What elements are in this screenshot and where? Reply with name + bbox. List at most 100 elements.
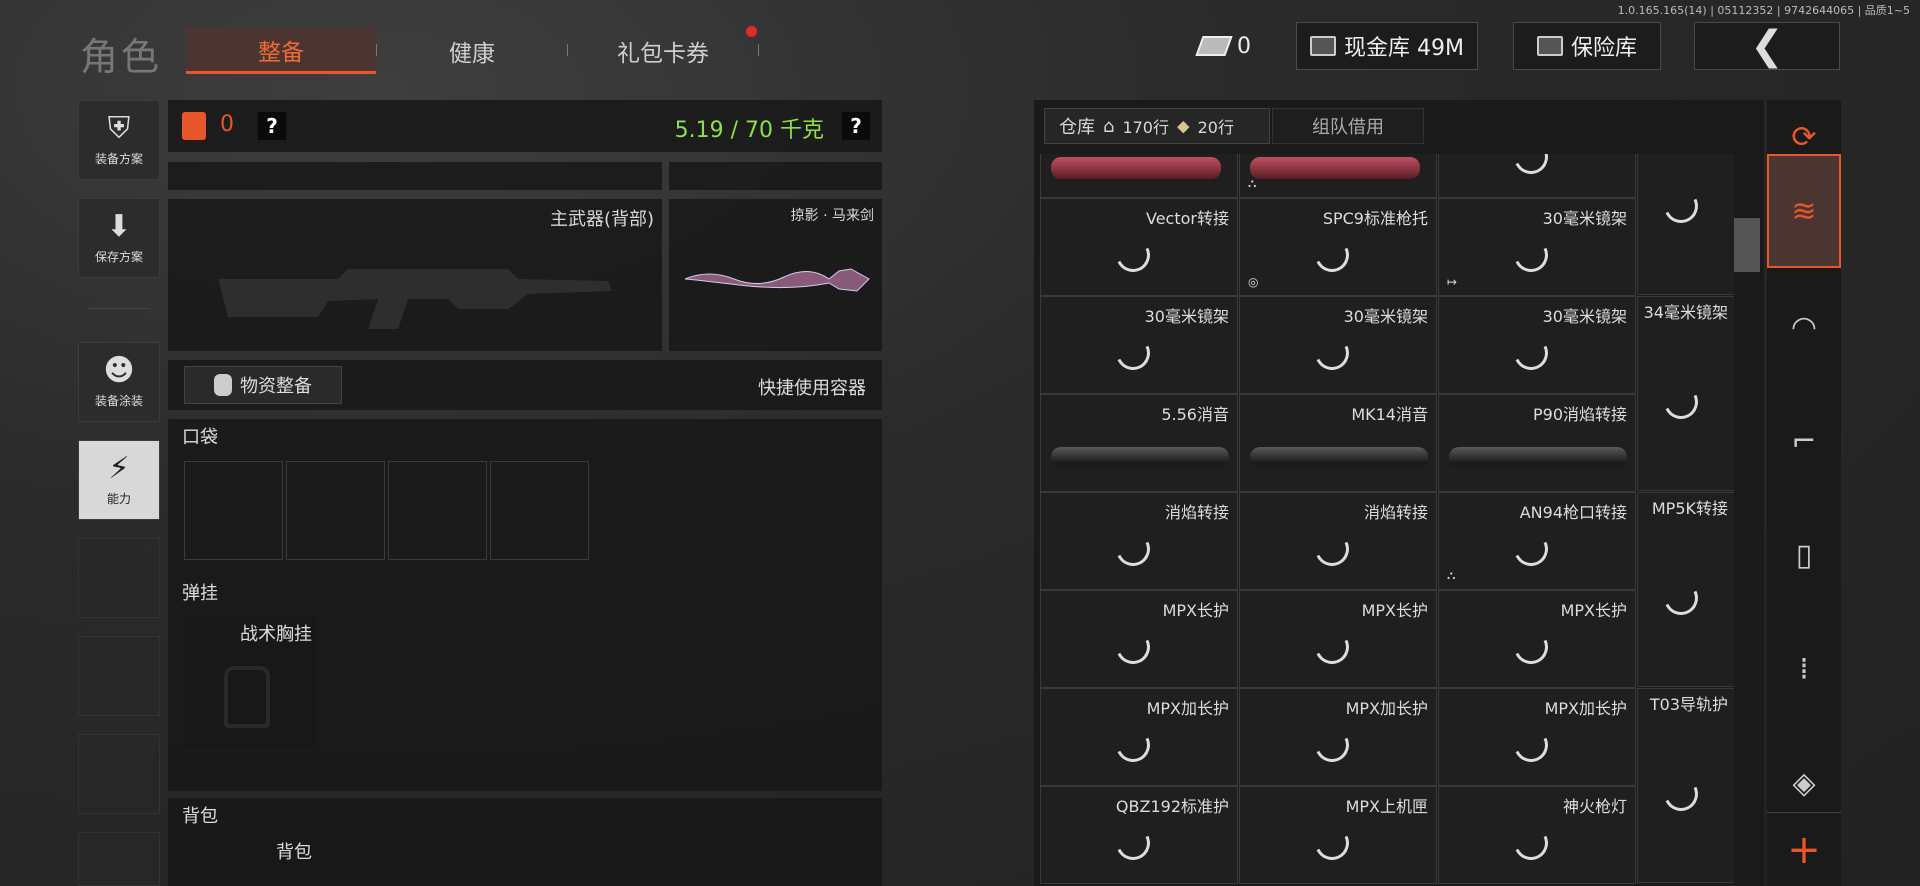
warehouse-item[interactable]: T03导轨护 <box>1637 688 1734 883</box>
nav-divider <box>88 308 150 309</box>
item-badge-icon: ⛬ <box>1248 176 1257 190</box>
item-badge-icon: ◎ <box>1248 275 1259 289</box>
warehouse-item[interactable]: MPX长护 <box>1239 590 1437 688</box>
empty-nav-slot <box>78 538 160 618</box>
red-part-image <box>1250 157 1420 179</box>
money-counter[interactable]: 0 <box>1190 22 1260 70</box>
warehouse-item[interactable]: 30毫米镜架 <box>1040 296 1238 394</box>
tab-divider <box>758 44 759 56</box>
warehouse-item[interactable]: 神火枪灯 <box>1438 786 1636 884</box>
category-all-button[interactable]: ≋ <box>1767 154 1841 268</box>
loadout-plan-button[interactable]: ⛨ 装备方案 <box>78 100 160 180</box>
equipment-skin-button[interactable]: ☻ 装备涂装 <box>78 342 160 422</box>
save-plan-button[interactable]: ⬇ 保存方案 <box>78 198 160 278</box>
loading-spinner-icon <box>1111 625 1155 669</box>
warehouse-item[interactable]: MPX长护 <box>1438 590 1636 688</box>
supplies-button[interactable]: 物资整备 <box>184 366 342 404</box>
holster-slot-bar[interactable] <box>168 162 662 190</box>
warehouse-item[interactable]: MP5K转接 <box>1637 492 1734 687</box>
item-name: 30毫米镜架 <box>1542 307 1627 326</box>
warehouse-item[interactable]: Vector转接 <box>1040 198 1238 296</box>
backpack-slot[interactable]: 背包 <box>184 836 316 886</box>
warehouse-grid: ⛬托芯Vector转接SPC9标准枪托◎30毫米镜架↦30毫米镜架30毫米镜架3… <box>1040 154 1734 886</box>
armor-value: 0 <box>220 112 234 137</box>
warehouse-item[interactable]: 托芯 <box>1637 154 1734 295</box>
category-magazine-button[interactable]: ▯ <box>1767 518 1841 592</box>
tab-gift-coupons[interactable]: 礼包卡券 <box>568 28 758 74</box>
loading-spinner-icon <box>1111 527 1155 571</box>
magazine-icon: ▯ <box>1795 537 1813 573</box>
warehouse-item[interactable]: MPX加长护 <box>1239 688 1437 786</box>
item-name: QBZ192标准护 <box>1115 797 1229 816</box>
sidearm-slot-bar[interactable] <box>669 162 882 190</box>
item-badge-icon: ⛬ <box>1447 568 1456 582</box>
warehouse-item[interactable]: P90消焰转接 <box>1438 394 1636 492</box>
item-name: MPX加长护 <box>1345 699 1428 718</box>
loadout-header: 0 ? 5.19 / 70 千克 ? <box>168 100 882 152</box>
loading-spinner-icon <box>1310 821 1354 865</box>
pockets-label: 口袋 <box>182 427 218 448</box>
home-icon: ⌂ <box>1103 115 1115 137</box>
item-name: MPX长护 <box>1361 601 1428 620</box>
warehouse-item[interactable] <box>1438 154 1636 198</box>
armor-icon <box>182 112 206 140</box>
loading-spinner-icon <box>1659 771 1703 816</box>
ability-button[interactable]: ⚡ 能力 <box>78 440 160 520</box>
warehouse-item[interactable]: 34毫米镜架 <box>1637 296 1734 491</box>
category-ammo-button[interactable]: ⁞ <box>1767 632 1841 706</box>
download-icon: ⬇ <box>106 208 132 244</box>
warehouse-tab[interactable]: 仓库 ⌂ 170行 ⬥ 20行 <box>1044 108 1270 144</box>
cash-vault-button[interactable]: 现金库 49M <box>1296 22 1478 70</box>
loading-spinner-icon <box>1111 723 1155 767</box>
armor-help-button[interactable]: ? <box>258 112 286 140</box>
warehouse-item[interactable]: 30毫米镜架 <box>1239 296 1437 394</box>
tab-health[interactable]: 健康 <box>377 28 567 74</box>
weight-value: 5.19 / 70 千克 <box>674 118 824 143</box>
weight-help-button[interactable]: ? <box>842 112 870 140</box>
pocket-slot[interactable] <box>184 461 283 560</box>
back-button[interactable]: ❮ <box>1694 22 1840 70</box>
loading-spinner-icon <box>1659 575 1703 620</box>
warehouse-item[interactable]: MPX加长护 <box>1040 688 1238 786</box>
supplies-bar: 物资整备 快捷使用容器 <box>168 360 882 410</box>
warehouse-item[interactable] <box>1040 154 1238 198</box>
vest-icon: ⛨ <box>107 110 131 146</box>
warehouse-item[interactable]: 30毫米镜架 ↦ <box>1438 198 1636 296</box>
tab-equipment[interactable]: 整备 <box>186 28 376 74</box>
loading-spinner-icon <box>1111 331 1155 375</box>
pocket-slot[interactable] <box>490 461 589 560</box>
item-name: P90消焰转接 <box>1532 405 1627 424</box>
team-borrow-tab[interactable]: 组队借用 <box>1272 108 1424 144</box>
warehouse-item[interactable]: 5.56消音 <box>1040 394 1238 492</box>
warehouse-item[interactable]: QBZ192标准护 <box>1040 786 1238 884</box>
item-name: AN94枪口转接 <box>1519 503 1627 522</box>
add-button[interactable]: + <box>1767 812 1841 886</box>
quick-container-label[interactable]: 快捷使用容器 <box>758 374 866 400</box>
pocket-slot[interactable] <box>388 461 487 560</box>
chest-rig-slot[interactable]: 战术胸挂 <box>184 616 316 748</box>
warehouse-item[interactable]: SPC9标准枪托 ◎ <box>1239 198 1437 296</box>
warehouse-item[interactable]: MPX长护 <box>1040 590 1238 688</box>
warehouse-scrollbar[interactable] <box>1734 218 1760 272</box>
category-rifle-button[interactable]: ⌐ <box>1767 404 1841 478</box>
primary-weapon-slot[interactable]: 主武器(背部) <box>168 199 662 351</box>
warehouse-item[interactable]: ⛬ <box>1239 154 1437 198</box>
melee-weapon-slot[interactable]: 掠影 · 马来剑 <box>669 199 882 351</box>
category-scope-button[interactable]: ◈ <box>1767 746 1841 820</box>
money-count: 0 <box>1237 33 1251 59</box>
insurance-vault-button[interactable]: 保险库 <box>1513 22 1661 70</box>
item-name: 5.56消音 <box>1161 405 1229 424</box>
warehouse-item[interactable]: AN94枪口转接 ⛬ <box>1438 492 1636 590</box>
warehouse-item[interactable]: 30毫米镜架 <box>1438 296 1636 394</box>
pocket-slot[interactable] <box>286 461 385 560</box>
warehouse-item[interactable]: MPX上机匣 <box>1239 786 1437 884</box>
loading-spinner-icon <box>1310 233 1354 277</box>
item-name: 30毫米镜架 <box>1542 209 1627 228</box>
warehouse-item[interactable]: 消焰转接 <box>1239 492 1437 590</box>
warehouse-item[interactable]: MK14消音 <box>1239 394 1437 492</box>
category-helmet-button[interactable]: ◠ <box>1767 290 1841 364</box>
ticket-icon: ⬥ <box>1176 115 1190 137</box>
empty-nav-slot <box>78 636 160 716</box>
warehouse-item[interactable]: MPX加长护 <box>1438 688 1636 786</box>
warehouse-item[interactable]: 消焰转接 <box>1040 492 1238 590</box>
